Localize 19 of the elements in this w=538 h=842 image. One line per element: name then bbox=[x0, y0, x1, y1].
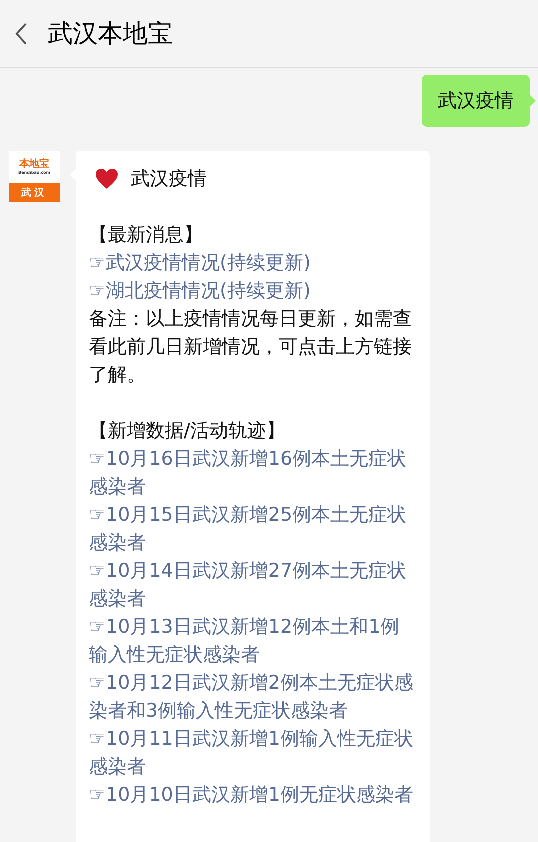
section-heading: 【最新消息】 bbox=[89, 223, 204, 248]
news-link[interactable]: ☞10月13日武汉新增12例本土和1例输入性无症状感染者 bbox=[89, 613, 417, 669]
logo-text: 本地宝 bbox=[20, 159, 50, 170]
heart-icon bbox=[95, 168, 119, 190]
news-link[interactable]: ☞10月15日武汉新增25例本土无症状感染者 bbox=[89, 501, 417, 557]
news-link[interactable]: ☞湖北疫情情况(持续更新) bbox=[89, 277, 417, 305]
news-link[interactable]: ☞10月11日武汉新增1例输入性无症状感染者 bbox=[89, 725, 417, 781]
news-link[interactable]: ☞10月12日武汉新增2例本土无症状感染者和3例输入性无症状感染者 bbox=[89, 669, 417, 725]
news-link[interactable]: ☞10月14日武汉新增27例本土无症状感染者 bbox=[89, 557, 417, 613]
chat-title: 武汉本地宝 bbox=[48, 18, 173, 50]
section-heading: 【新增数据/活动轨迹】 bbox=[89, 419, 286, 444]
sent-message: 武汉疫情 bbox=[422, 75, 530, 127]
bubble-tail bbox=[530, 95, 536, 107]
news-link[interactable]: ☞10月16日武汉新增16例本土无症状感染者 bbox=[89, 445, 417, 501]
city-label: 武汉 bbox=[9, 183, 60, 202]
card-title: 武汉疫情 bbox=[131, 167, 207, 192]
news-link[interactable]: ☞10月10日武汉新增1例无症状感染者 bbox=[89, 781, 417, 809]
news-link[interactable]: ☞武汉疫情情况(持续更新) bbox=[89, 249, 417, 277]
note-text: 备注：以上疫情情况每日更新，如需查看此前几日新增情况，可点击上方链接了解。 bbox=[89, 307, 413, 388]
